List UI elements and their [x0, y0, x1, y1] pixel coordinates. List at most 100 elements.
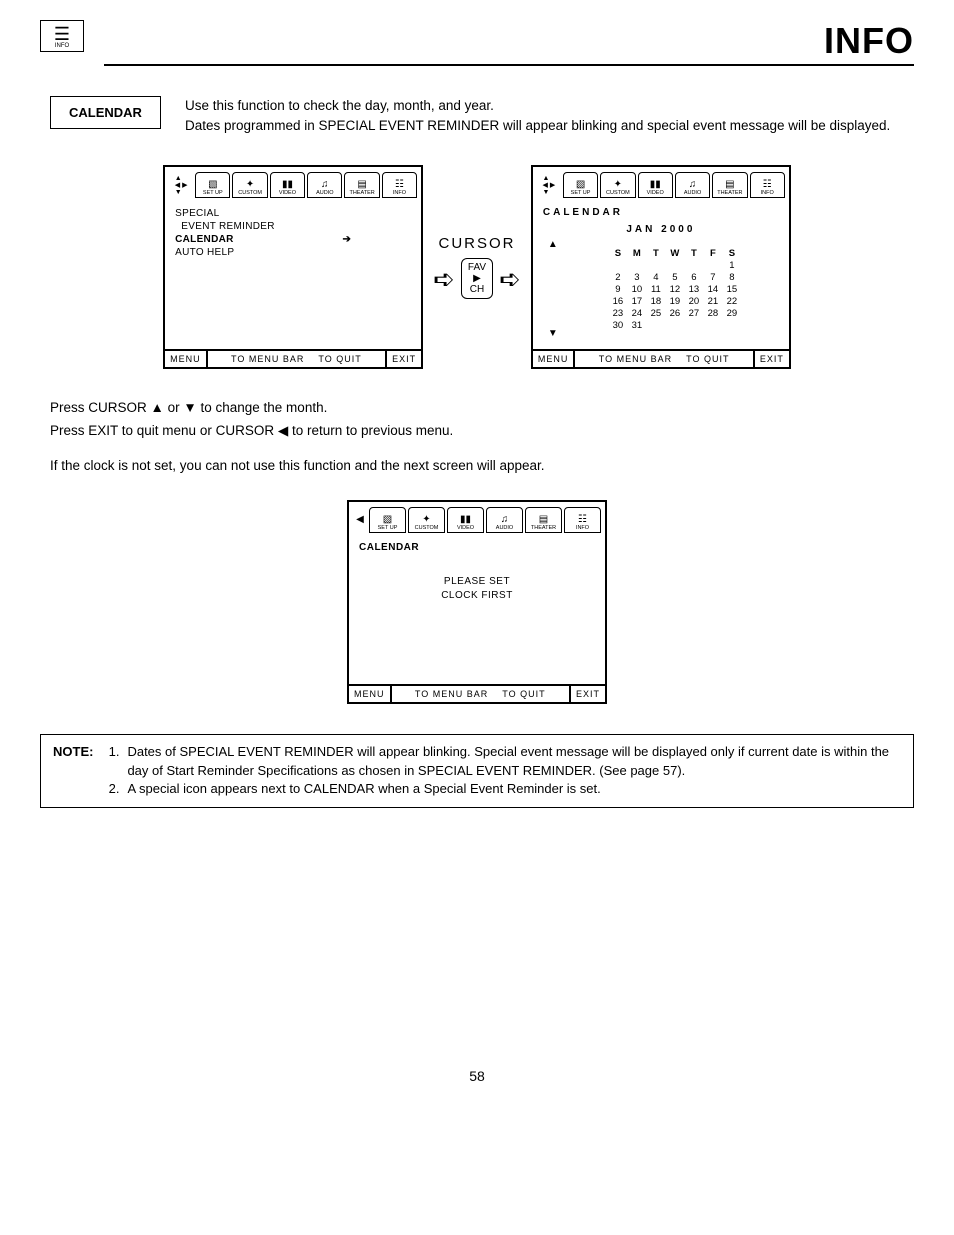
tab-setup[interactable]: ▧SET UP	[195, 172, 230, 198]
nav-pad-icon: ▲◀ ▶▼	[537, 172, 561, 198]
note-1-text: Dates of SPECIAL EVENT REMINDER will app…	[127, 743, 901, 781]
cal-dow-cell: M	[627, 247, 646, 259]
cursor-column: CURSOR ➪ FAV ▶ CH ➪	[433, 235, 521, 299]
footer-menu[interactable]: MENU	[349, 686, 390, 702]
tab-audio[interactable]: ♫AUDIO	[675, 172, 710, 198]
clock-warning-message: PLEASE SET CLOCK FIRST	[359, 575, 595, 603]
info-icon-label: INFO	[55, 43, 69, 49]
cal-day-cell[interactable]: 27	[684, 307, 703, 319]
menu-item-special[interactable]: SPECIAL	[175, 207, 411, 220]
cal-day-cell[interactable]: 10	[627, 283, 646, 295]
menu-item-calendar[interactable]: CALENDAR➔	[175, 233, 411, 246]
cal-day-cell[interactable]: 7	[703, 271, 722, 283]
cal-day-cell[interactable]: 18	[646, 295, 665, 307]
screen-menu-body: SPECIAL EVENT REMINDER CALENDAR➔ AUTO HE…	[165, 199, 421, 349]
screen-footer-3: MENU TO MENU BAR TO QUIT EXIT	[349, 684, 605, 702]
menu-item-auto-help[interactable]: AUTO HELP	[175, 246, 411, 259]
cal-day-cell[interactable]: 15	[722, 283, 741, 295]
cal-dow-cell: W	[665, 247, 684, 259]
screen-clock-warning: ◀ ▧SET UP ✦CUSTOM ▮▮VIDEO ♫AUDIO ▤THEATE…	[347, 500, 607, 704]
tab-info[interactable]: ☷INFO	[382, 172, 417, 198]
tab-strip-3: ◀ ▧SET UP ✦CUSTOM ▮▮VIDEO ♫AUDIO ▤THEATE…	[349, 502, 605, 534]
tab-video[interactable]: ▮▮VIDEO	[447, 507, 484, 533]
month-down-arrow[interactable]: ▼	[548, 328, 558, 339]
cal-dow-cell: S	[722, 247, 741, 259]
cal-day-cell[interactable]: 12	[665, 283, 684, 295]
cal-day-cell[interactable]: 16	[608, 295, 627, 307]
cal-day-cell[interactable]: 23	[608, 307, 627, 319]
cal-day-cell[interactable]: 20	[684, 295, 703, 307]
tab-video[interactable]: ▮▮VIDEO	[638, 172, 673, 198]
cal-day-cell[interactable]: 8	[722, 271, 741, 283]
cal-week-row: 9101112131415	[608, 283, 741, 295]
cal-day-cell[interactable]: 2	[608, 271, 627, 283]
instruction-change-month: Press CURSOR ▲ or ▼ to change the month.	[50, 399, 914, 418]
cal-day-cell	[646, 259, 665, 271]
footer-exit[interactable]: EXIT	[569, 686, 605, 702]
tab-setup[interactable]: ▧SET UP	[563, 172, 598, 198]
cal-dow-cell: T	[684, 247, 703, 259]
cal-day-cell	[608, 259, 627, 271]
tab-theater[interactable]: ▤THEATER	[525, 507, 562, 533]
cal-day-cell[interactable]: 3	[627, 271, 646, 283]
arrow-into-icon: ➪	[433, 266, 455, 292]
tab-strip-2: ▲◀ ▶▼ ▧SET UP ✦CUSTOM ▮▮VIDEO ♫AUDIO ▤TH…	[533, 167, 789, 199]
page-number: 58	[40, 1068, 914, 1084]
cal-day-cell[interactable]: 21	[703, 295, 722, 307]
cal-day-cell[interactable]: 17	[627, 295, 646, 307]
note-label: NOTE:	[53, 743, 93, 781]
tab-setup[interactable]: ▧SET UP	[369, 507, 406, 533]
tab-custom[interactable]: ✦CUSTOM	[600, 172, 635, 198]
month-up-arrow[interactable]: ▲	[548, 239, 558, 250]
footer-exit[interactable]: EXIT	[753, 351, 789, 367]
cal-day-cell[interactable]: 1	[722, 259, 741, 271]
cal-day-cell[interactable]: 25	[646, 307, 665, 319]
tab-custom[interactable]: ✦CUSTOM	[408, 507, 445, 533]
cal-day-cell[interactable]: 19	[665, 295, 684, 307]
cal-week-row: 16171819202122	[608, 295, 741, 307]
info-icon-box: ☰ INFO	[40, 20, 84, 52]
cal-day-cell[interactable]: 22	[722, 295, 741, 307]
footer-menu[interactable]: MENU	[165, 351, 206, 367]
cal-day-cell	[684, 259, 703, 271]
footer-menu[interactable]: MENU	[533, 351, 574, 367]
arrow-out-icon: ➪	[499, 266, 521, 292]
arrow-right-icon: ➔	[342, 234, 351, 245]
menu-item-event-reminder[interactable]: EVENT REMINDER	[175, 220, 411, 233]
cal-week-row: 23242526272829	[608, 307, 741, 319]
cal-day-cell[interactable]: 26	[665, 307, 684, 319]
cal-day-cell[interactable]: 29	[722, 307, 741, 319]
tab-theater[interactable]: ▤THEATER	[712, 172, 747, 198]
tab-info[interactable]: ☷INFO	[750, 172, 785, 198]
cal-week-row: 3031	[608, 319, 741, 331]
page-header: ☰ INFO INFO	[40, 20, 914, 66]
cal-day-cell[interactable]: 11	[646, 283, 665, 295]
cal-day-cell[interactable]: 28	[703, 307, 722, 319]
cal-day-cell[interactable]: 4	[646, 271, 665, 283]
cal-dow-cell: S	[608, 247, 627, 259]
cal-day-cell[interactable]: 30	[608, 319, 627, 331]
tab-audio[interactable]: ♫AUDIO	[307, 172, 342, 198]
cal-day-cell[interactable]: 9	[608, 283, 627, 295]
nav-pad-icon: ▲◀ ▶▼	[169, 172, 193, 198]
footer-exit[interactable]: EXIT	[385, 351, 421, 367]
cal-day-cell[interactable]: 24	[627, 307, 646, 319]
note-box: NOTE: 1. Dates of SPECIAL EVENT REMINDER…	[40, 734, 914, 809]
cal-day-cell[interactable]: 31	[627, 319, 646, 331]
tab-audio[interactable]: ♫AUDIO	[486, 507, 523, 533]
tab-video[interactable]: ▮▮VIDEO	[270, 172, 305, 198]
tab-info[interactable]: ☷INFO	[564, 507, 601, 533]
cal-day-cell	[703, 259, 722, 271]
favch-button[interactable]: FAV ▶ CH	[461, 258, 493, 299]
cal-day-cell	[665, 319, 684, 331]
cal-day-cell[interactable]: 14	[703, 283, 722, 295]
cal-day-cell[interactable]: 13	[684, 283, 703, 295]
cal-day-cell[interactable]: 6	[684, 271, 703, 283]
tab-theater[interactable]: ▤THEATER	[344, 172, 379, 198]
screen-menu: ▲◀ ▶▼ ▧SET UP ✦CUSTOM ▮▮VIDEO ♫AUDIO ▤TH…	[163, 165, 423, 369]
intro-row: CALENDAR Use this function to check the …	[50, 96, 914, 135]
cal-day-cell[interactable]: 5	[665, 271, 684, 283]
screen-calendar: ▲◀ ▶▼ ▧SET UP ✦CUSTOM ▮▮VIDEO ♫AUDIO ▤TH…	[531, 165, 791, 369]
tab-custom[interactable]: ✦CUSTOM	[232, 172, 267, 198]
cal-day-cell	[627, 259, 646, 271]
